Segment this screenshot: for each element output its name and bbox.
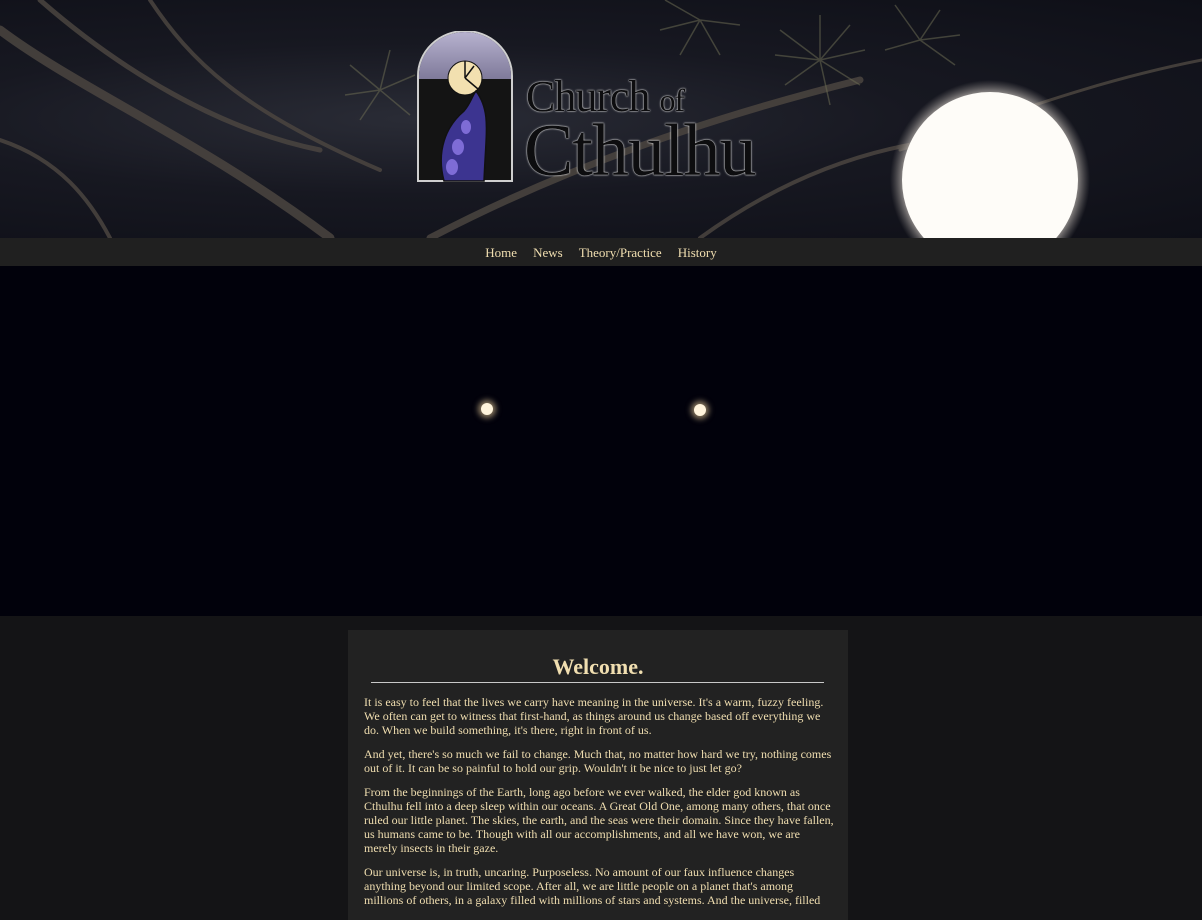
nav-item-history[interactable]: History <box>678 245 717 260</box>
tentacle-moon-arch-icon <box>417 31 513 182</box>
paragraph: It is easy to feel that the lives we car… <box>364 695 824 737</box>
welcome-body: It is easy to feel that the lives we car… <box>364 695 834 917</box>
nav-item-theory-practice[interactable]: Theory/Practice <box>579 245 662 260</box>
welcome-heading: Welcome. <box>552 654 644 679</box>
glowing-eye-right <box>694 404 706 416</box>
paragraph: From the beginnings of the Earth, long a… <box>364 785 834 855</box>
paragraph: Our universe is, in truth, uncaring. Pur… <box>364 865 821 907</box>
main-nav: Home News Theory/Practice History <box>0 238 1202 266</box>
nav-item-home[interactable]: Home <box>485 245 517 260</box>
hero-dark-panel <box>0 266 1202 616</box>
paragraph: And yet, there's so much we fail to chan… <box>364 747 832 775</box>
welcome-section: Welcome. It is easy to feel that the liv… <box>348 630 848 920</box>
glowing-eye-left <box>481 403 493 415</box>
site-logo[interactable]: Church of Cthulhu <box>416 31 786 192</box>
heading-divider <box>371 682 824 683</box>
nav-item-news[interactable]: News <box>533 245 563 260</box>
header-banner: Church of Cthulhu <box>0 0 1202 238</box>
logo-text-cthulhu: Cthulhu <box>524 110 756 192</box>
